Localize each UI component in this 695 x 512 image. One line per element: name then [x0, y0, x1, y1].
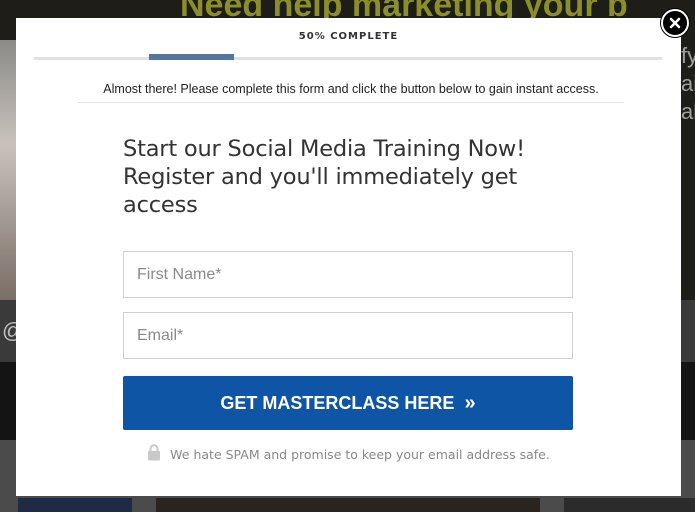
- form-subheading: Almost there! Please complete this form …: [78, 82, 624, 103]
- optin-modal: 50% COMPLETE Almost there! Please comple…: [16, 18, 681, 496]
- background-side-text: fy ai ali: [681, 43, 695, 124]
- first-name-input[interactable]: [123, 251, 573, 298]
- double-chevron-right-icon: »: [464, 392, 476, 414]
- background-thumbnail: [564, 498, 695, 512]
- background-thumbnail: [18, 498, 132, 512]
- progress-label: 50% COMPLETE: [298, 31, 399, 42]
- lock-icon: [147, 444, 161, 464]
- background-photo: [0, 40, 16, 300]
- form-title: Start our Social Media Training Now! Reg…: [123, 136, 525, 218]
- spam-note: We hate SPAM and promise to keep your em…: [16, 444, 681, 464]
- spam-note-text: We hate SPAM and promise to keep your em…: [170, 446, 550, 462]
- progress-bar: [34, 54, 662, 60]
- get-masterclass-button[interactable]: GET MASTERCLASS HERE »: [123, 376, 573, 430]
- close-icon: [669, 17, 681, 29]
- email-input[interactable]: [123, 312, 573, 359]
- close-button[interactable]: [661, 9, 689, 37]
- cta-label: GET MASTERCLASS HERE: [220, 392, 455, 413]
- background-thumbnail: [156, 498, 540, 512]
- progress-bar-fill: [149, 54, 234, 60]
